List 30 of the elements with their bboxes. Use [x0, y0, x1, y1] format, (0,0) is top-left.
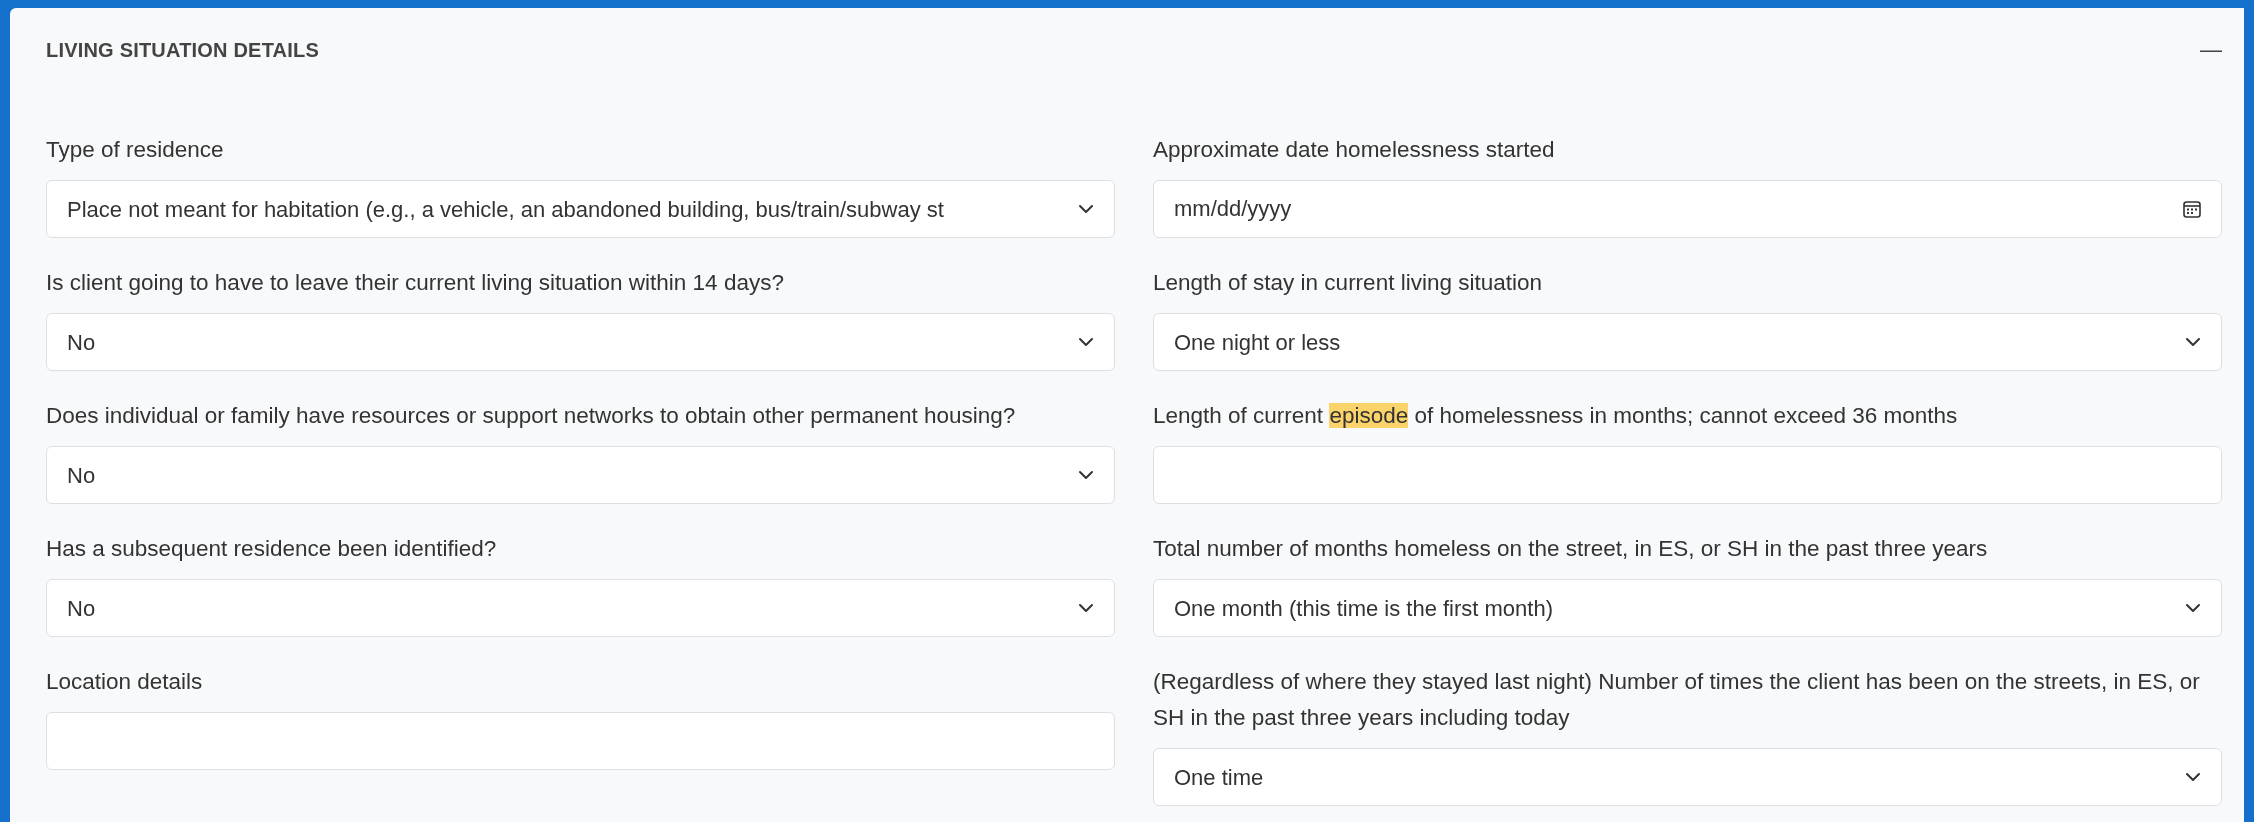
field-label: Has a subsequent residence been identified?: [46, 535, 498, 563]
field-label: Length of current episode of homelessness in months; cannot exceed 36 months: [1153, 402, 1959, 430]
calendar-icon[interactable]: [2182, 199, 2202, 219]
select-dropdown[interactable]: No: [46, 313, 1115, 371]
select-dropdown[interactable]: No: [46, 579, 1115, 637]
chevron-down-icon: [2185, 337, 2201, 347]
select-dropdown[interactable]: No: [46, 446, 1115, 504]
field-label: Does individual or family have resources or support networks to obtain other permanent housing?: [46, 402, 1017, 430]
select-dropdown[interactable]: One night or less: [1153, 313, 2222, 371]
field-label: (Regardless of where they stayed last night) Number of times the client has been on the streets, in ES, or SH in the past three years including today: [1153, 668, 2201, 732]
field-label: Is client going to have to leave their current living situation within 14 days?: [46, 269, 785, 297]
field-label: Type of residence: [46, 136, 225, 164]
chevron-down-icon: [1078, 337, 1094, 347]
field-label: Approximate date homelessness started: [1153, 136, 1556, 164]
input-field[interactable]: [46, 712, 1115, 770]
input-field[interactable]: [1153, 446, 2222, 504]
chevron-down-icon: [1078, 204, 1094, 214]
chevron-down-icon: [1078, 470, 1094, 480]
select-dropdown[interactable]: One time: [1153, 748, 2222, 806]
select-dropdown[interactable]: One month (this time is the first month): [1153, 579, 2222, 637]
chevron-down-icon: [1078, 603, 1094, 613]
select-dropdown[interactable]: Place not meant for habitation (e.g., a vehicle, an abandoned building, bus/train/subway st: [46, 180, 1115, 238]
chevron-down-icon: [2185, 603, 2201, 613]
chevron-down-icon: [2185, 772, 2201, 782]
section-title: LIVING SITUATION DETAILS: [46, 38, 319, 63]
field-label: Location details: [46, 668, 204, 696]
date-field[interactable]: mm/dd/yyyy: [1153, 180, 2222, 238]
collapse-button[interactable]: —: [2200, 39, 2222, 61]
field-label: Length of stay in current living situation: [1153, 269, 1543, 297]
field-label: Total number of months homeless on the street, in ES, or SH in the past three years: [1153, 535, 1989, 563]
